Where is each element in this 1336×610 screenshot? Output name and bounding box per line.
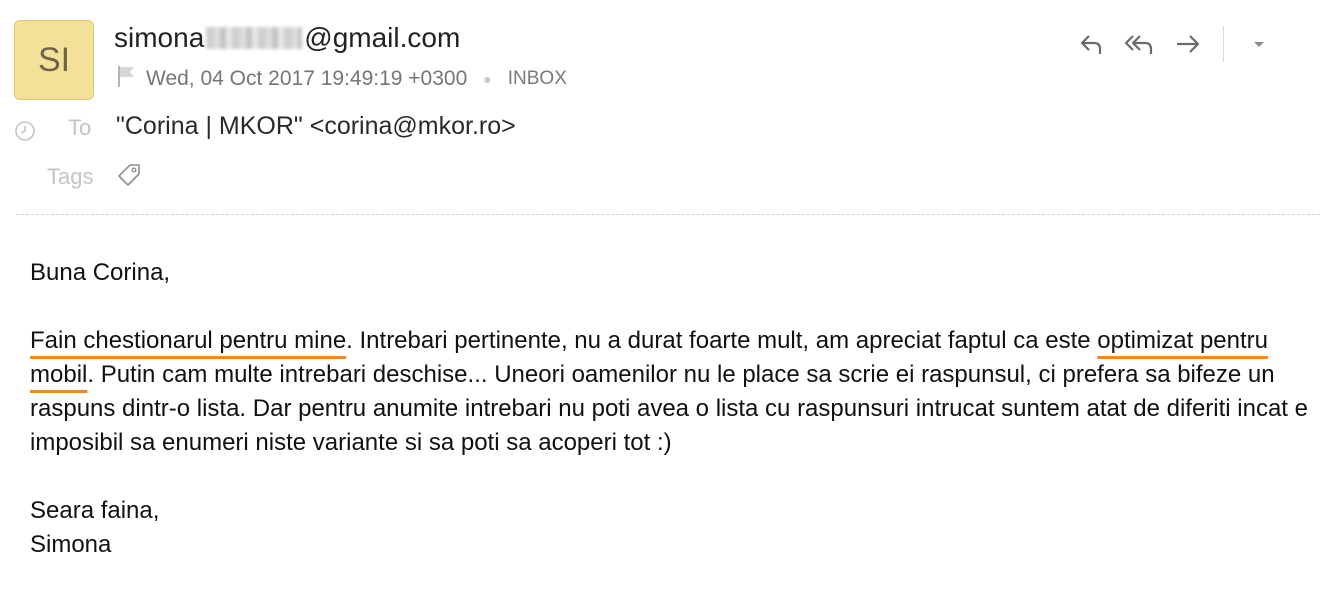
recipient-address[interactable]: "Corina | MKOR" <corina@mkor.ro> — [116, 112, 516, 141]
paragraph-text: . Putin cam multe intrebari deschise... … — [30, 361, 1308, 456]
message-date: Wed, 04 Oct 2017 19:49:19 +0300 — [146, 67, 468, 90]
reply-all-button[interactable] — [1123, 27, 1157, 61]
tag-icon[interactable] — [116, 162, 142, 193]
greeting: Buna Corina, — [30, 259, 171, 286]
message-actions — [1075, 26, 1276, 62]
reply-icon — [1080, 35, 1102, 54]
paragraph-text: . Intrebari pertinente, nu a durat foart… — [346, 327, 1098, 354]
header-divider — [16, 214, 1320, 215]
sender-avatar: SI — [14, 20, 94, 100]
message-meta: Wed, 04 Oct 2017 19:49:19 +0300 ● INBOX — [116, 64, 567, 94]
sender-name-end: @gmail.com — [304, 22, 461, 53]
sender-name-start: simona — [114, 22, 205, 53]
more-actions-button[interactable] — [1242, 27, 1276, 61]
avatar-initials: SI — [37, 40, 71, 79]
closing-line: Seara faina, — [30, 497, 160, 524]
to-label: To — [68, 115, 92, 140]
reply-button[interactable] — [1075, 27, 1109, 61]
clock-icon[interactable] — [14, 120, 36, 147]
signature: Simona — [30, 531, 112, 558]
redacted-text — [206, 27, 303, 49]
forward-button[interactable] — [1171, 27, 1205, 61]
highlighted-phrase: Fain chestionarul pentru mine — [30, 327, 347, 354]
sign-off: Seara faina, Simona — [30, 494, 1320, 562]
folder-label[interactable]: INBOX — [508, 68, 567, 90]
sender-address[interactable]: simona @gmail.com — [114, 20, 460, 56]
chevron-down-icon — [1254, 42, 1264, 47]
reply-all-icon — [1124, 35, 1153, 54]
separator-dot: ● — [483, 71, 492, 87]
forward-icon — [1177, 35, 1200, 53]
message-paragraph: Fain chestionarul pentru mine. Intrebari… — [30, 324, 1320, 460]
tags-label: Tags — [47, 164, 94, 189]
message-body: Buna Corina, Fain chestionarul pentru mi… — [30, 256, 1320, 562]
actions-divider — [1223, 26, 1224, 62]
flag-icon[interactable] — [116, 64, 136, 94]
